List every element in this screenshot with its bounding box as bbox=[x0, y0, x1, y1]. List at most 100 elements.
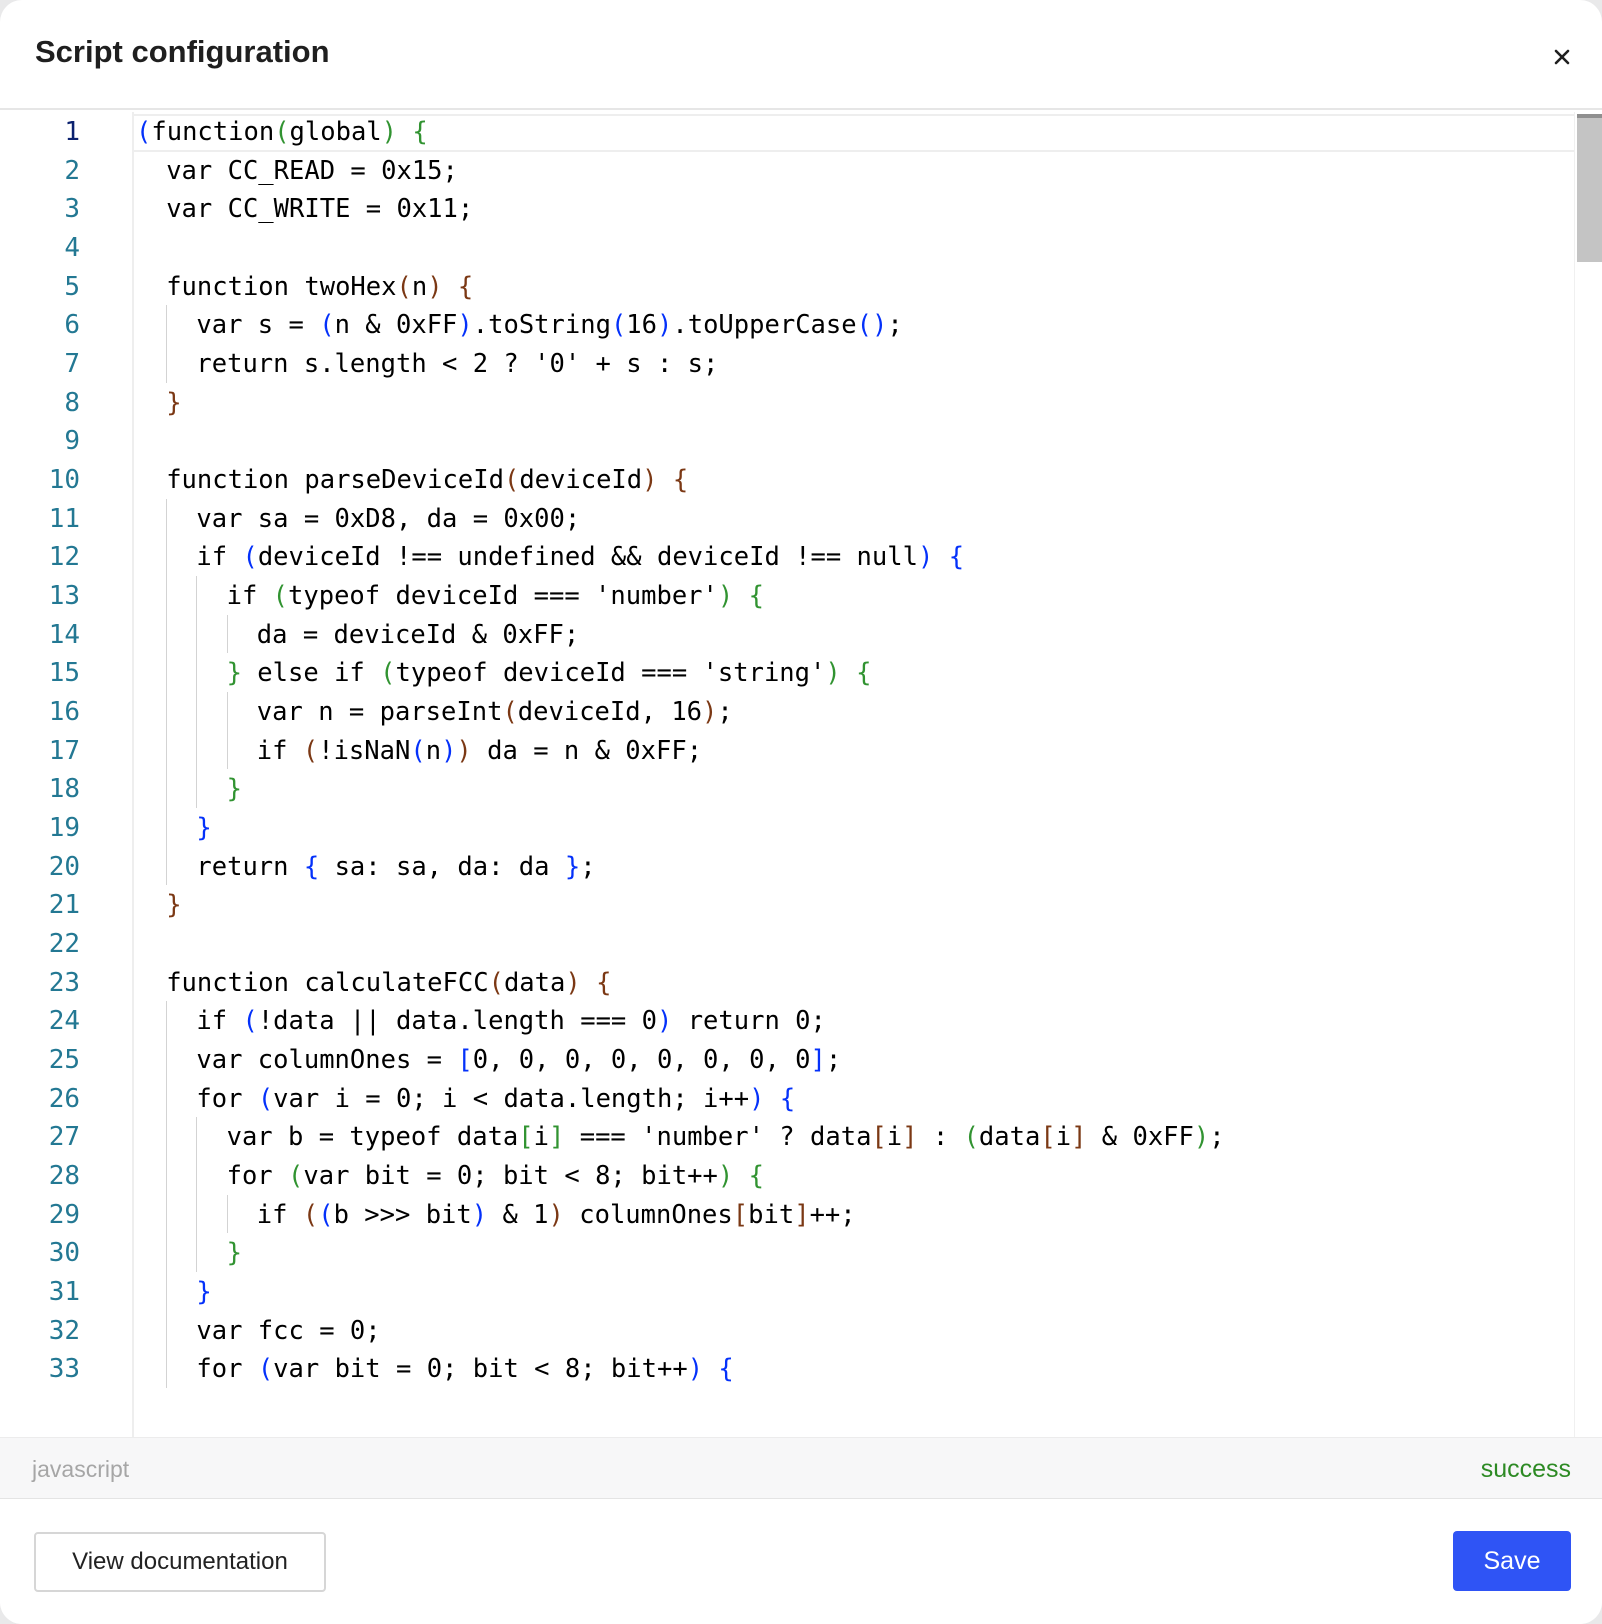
code-token: n bbox=[411, 271, 428, 302]
code-line[interactable]: } else if (typeof deviceId === 'string')… bbox=[136, 653, 872, 693]
code-line[interactable]: for (var i = 0; i < data.length; i++) { bbox=[136, 1079, 795, 1119]
line-number: 24 bbox=[48, 1006, 80, 1037]
bracket-token: ) bbox=[381, 117, 398, 147]
code-token: columnOnes bbox=[563, 1199, 733, 1230]
code-line[interactable]: da = deviceId & 0xFF; bbox=[136, 615, 579, 655]
code-token: var columnOnes = bbox=[196, 1045, 458, 1076]
code-line[interactable]: var CC_READ = 0x15; bbox=[136, 151, 458, 191]
scrollbar-thumb[interactable] bbox=[1577, 114, 1602, 262]
bracket-token: ( bbox=[242, 1006, 258, 1037]
code-line[interactable]: function calculateFCC(data) { bbox=[136, 963, 611, 1003]
code-line[interactable]: return { sa: sa, da: da }; bbox=[136, 847, 595, 887]
bracket-token: } bbox=[196, 1277, 212, 1308]
code-token: return s.length < 2 ? '0' + s : s; bbox=[196, 349, 719, 380]
indent-guide bbox=[226, 730, 228, 770]
code-token: data bbox=[978, 1122, 1041, 1153]
bracket-token: ) bbox=[657, 310, 673, 341]
bracket-token: ( bbox=[257, 1083, 274, 1114]
code-token: if bbox=[196, 542, 243, 573]
indent-guide bbox=[196, 1117, 198, 1157]
bracket-token: ) bbox=[456, 735, 472, 766]
code-line[interactable]: var fcc = 0; bbox=[136, 1311, 380, 1351]
editor-vertical-scrollbar[interactable] bbox=[1574, 112, 1602, 1437]
code-line[interactable]: } bbox=[136, 1233, 242, 1273]
indent-guide bbox=[166, 1078, 168, 1118]
code-line[interactable]: var s = (n & 0xFF).toString(16).toUpperC… bbox=[136, 305, 902, 345]
code-line[interactable]: var b = typeof data[i] === 'number' ? da… bbox=[136, 1117, 1225, 1157]
code-line[interactable]: return s.length < 2 ? '0' + s : s; bbox=[136, 344, 718, 384]
indent-guide bbox=[226, 1194, 228, 1234]
code-line[interactable]: for (var bit = 0; bit < 8; bit++) { bbox=[136, 1156, 764, 1196]
bracket-token: ) bbox=[687, 1354, 704, 1385]
bracket-token: } bbox=[196, 813, 212, 844]
indent-guide bbox=[196, 730, 198, 770]
bracket-token: } bbox=[226, 774, 242, 805]
indent-guide bbox=[166, 1349, 168, 1389]
code-token: 0, 0, 0, 0, 0, 0, 0, 0 bbox=[472, 1045, 811, 1076]
code-token: deviceId bbox=[519, 465, 643, 496]
code-token: : bbox=[917, 1122, 964, 1153]
code-line[interactable]: var n = parseInt(deviceId, 16); bbox=[136, 692, 733, 732]
code-line[interactable]: } bbox=[136, 1272, 212, 1312]
bracket-token: } bbox=[564, 851, 581, 882]
code-line[interactable]: (function(global) { bbox=[136, 112, 428, 152]
code-line[interactable]: var sa = 0xD8, da = 0x00; bbox=[136, 499, 580, 539]
bracket-token: ] bbox=[549, 1122, 565, 1153]
bracket-token: ( bbox=[502, 697, 518, 728]
code-line[interactable]: if (typeof deviceId === 'number') { bbox=[136, 576, 764, 616]
code-line[interactable]: } bbox=[136, 808, 212, 848]
code-line[interactable]: } bbox=[136, 769, 242, 809]
editor-status-bar: javascript success bbox=[0, 1437, 1602, 1499]
bracket-token: ) bbox=[749, 1083, 765, 1114]
code-content[interactable]: (function(global) {var CC_READ = 0x15; va… bbox=[132, 112, 1574, 1437]
code-line[interactable]: if (!data || data.length === 0) return 0… bbox=[136, 1001, 825, 1041]
code-line[interactable]: function twoHex(n) { bbox=[136, 267, 473, 307]
line-number: 30 bbox=[48, 1238, 80, 1269]
code-token: var b = typeof data bbox=[226, 1122, 519, 1153]
bracket-token: ] bbox=[1071, 1122, 1087, 1153]
close-button[interactable] bbox=[1545, 40, 1579, 74]
bracket-token: { bbox=[856, 658, 872, 689]
code-line[interactable]: if ((b >>> bit) & 1) columnOnes[bit]++; bbox=[136, 1195, 856, 1235]
code-line[interactable]: for (var bit = 0; bit < 8; bit++) { bbox=[136, 1349, 733, 1389]
bracket-token: { bbox=[303, 851, 320, 882]
line-number: 29 bbox=[48, 1199, 80, 1230]
script-configuration-dialog: Script configuration 1 2 3 4 5 6 7 8 9 10 11 12 13 14… bbox=[0, 0, 1602, 1624]
code-token: if bbox=[196, 1006, 243, 1037]
code-token: !data || data.length === 0 bbox=[257, 1006, 657, 1037]
code-token: var sa = 0xD8, da = 0x00; bbox=[196, 503, 581, 534]
code-line[interactable]: } bbox=[136, 885, 182, 925]
line-number: 11 bbox=[48, 503, 80, 534]
line-number: 28 bbox=[48, 1161, 80, 1192]
code-line[interactable]: var columnOnes = [0, 0, 0, 0, 0, 0, 0, 0… bbox=[136, 1040, 841, 1080]
code-token: .toString bbox=[472, 310, 611, 341]
dialog-header: Script configuration bbox=[0, 0, 1602, 110]
indent-guide bbox=[166, 1310, 168, 1350]
code-token: return bbox=[196, 851, 304, 882]
indent-guide bbox=[166, 769, 168, 809]
code-line[interactable]: if (!isNaN(n)) da = n & 0xFF; bbox=[136, 731, 702, 771]
code-token: function bbox=[151, 117, 275, 147]
code-editor[interactable]: 1 2 3 4 5 6 7 8 9 10 11 12 13 14 15 16 17 18 19 20 21 22 23 24 2… bbox=[0, 112, 1602, 1437]
code-line[interactable]: } bbox=[136, 383, 181, 423]
indent-guide bbox=[166, 344, 168, 383]
view-documentation-button[interactable]: View documentation bbox=[34, 1532, 326, 1592]
bracket-token: { bbox=[457, 271, 474, 302]
code-line[interactable]: function parseDeviceId(deviceId) { bbox=[136, 460, 688, 500]
code-token: global bbox=[289, 117, 382, 147]
indent-guide bbox=[166, 614, 168, 654]
bracket-token: } bbox=[166, 890, 182, 921]
code-line[interactable]: var CC_WRITE = 0x11; bbox=[136, 189, 473, 229]
indent-guide bbox=[166, 846, 168, 886]
save-button[interactable]: Save bbox=[1453, 1531, 1571, 1591]
code-token: if bbox=[226, 581, 273, 612]
code-line[interactable]: if (deviceId !== undefined && deviceId !… bbox=[136, 537, 964, 577]
indent-guide bbox=[166, 537, 168, 577]
indent-guide bbox=[196, 1156, 198, 1195]
code-token: n bbox=[425, 735, 442, 766]
bracket-token: ) bbox=[702, 697, 718, 728]
